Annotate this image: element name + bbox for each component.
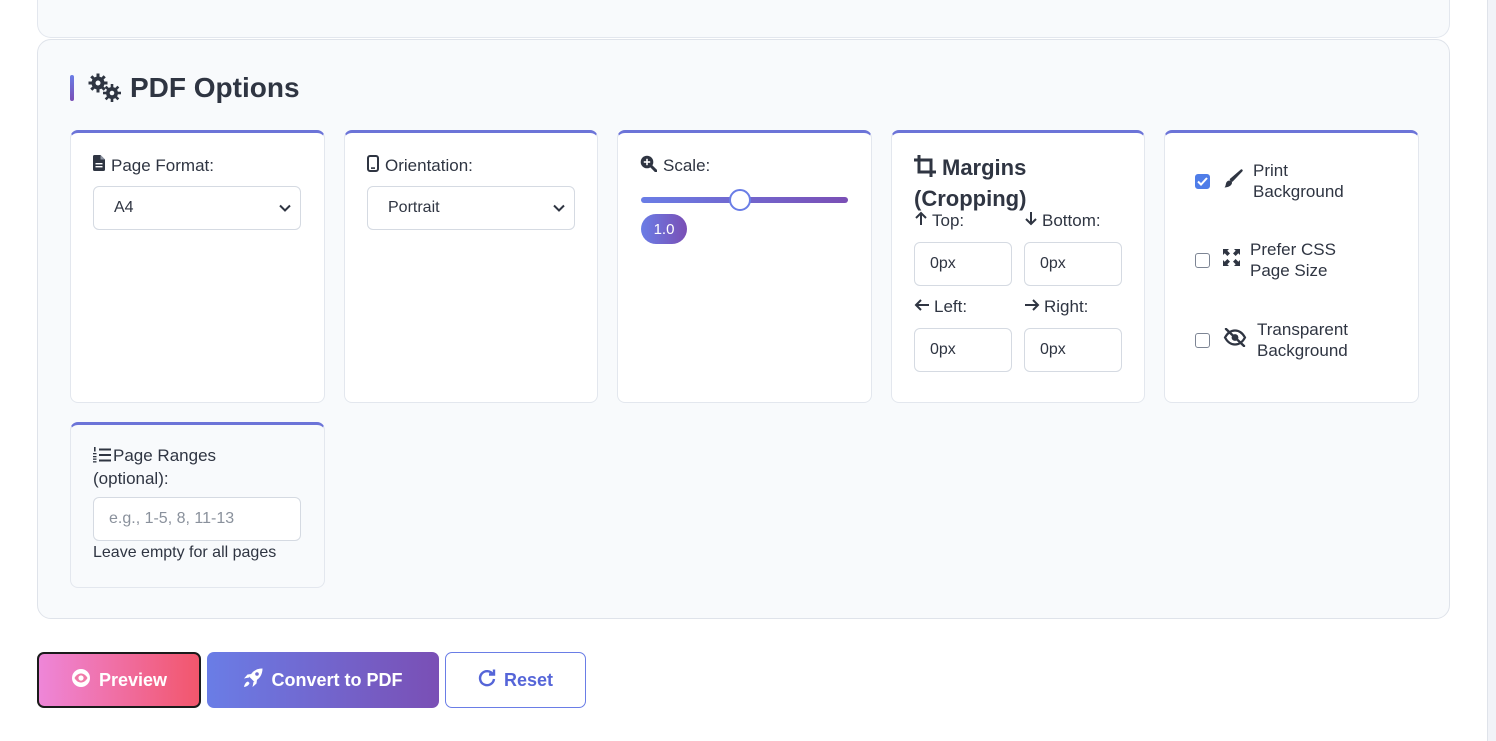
print-background-label: Print Background xyxy=(1253,160,1344,202)
prefer-css-option[interactable]: Prefer CSS Page Size xyxy=(1195,239,1336,281)
reset-button[interactable]: Reset xyxy=(445,652,586,708)
print-background-option[interactable]: Print Background xyxy=(1195,160,1344,202)
ordered-list-icon xyxy=(93,447,111,468)
right-label: Right: xyxy=(1044,297,1089,316)
orientation-label: Orientation: xyxy=(385,156,473,175)
pdf-options-panel: PDF Options Page Format: A4 Orientation:… xyxy=(37,39,1450,619)
rocket-icon xyxy=(243,668,263,693)
margin-top-input[interactable]: 0px xyxy=(914,242,1012,286)
scale-card: Scale: 1.0 xyxy=(617,130,872,403)
orientation-select[interactable]: Portrait xyxy=(367,186,575,230)
bottom-label-row: Bottom: xyxy=(1024,211,1101,231)
margin-bottom-input[interactable]: 0px xyxy=(1024,242,1122,286)
page-format-select[interactable]: A4 xyxy=(93,186,301,230)
eye-slash-icon xyxy=(1223,327,1247,352)
arrow-up-icon xyxy=(914,211,928,231)
arrow-left-icon xyxy=(914,297,930,317)
margin-right-input[interactable]: 0px xyxy=(1024,328,1122,372)
scale-label: Scale: xyxy=(663,156,711,175)
convert-to-pdf-button[interactable]: Convert to PDF xyxy=(207,652,439,708)
orientation-label-row: Orientation: xyxy=(367,155,473,177)
prefer-css-line1: Prefer CSS xyxy=(1250,240,1336,259)
gears-icon xyxy=(88,73,122,103)
preview-button[interactable]: Preview xyxy=(37,652,201,708)
orientation-value: Portrait xyxy=(388,199,440,216)
transparent-line1: Transparent xyxy=(1257,320,1349,339)
arrow-down-icon xyxy=(1024,211,1038,231)
scale-label-row: Scale: xyxy=(640,155,710,177)
chevron-down-icon xyxy=(552,201,566,220)
top-label-row: Top: xyxy=(914,211,964,231)
crop-icon xyxy=(914,155,936,184)
mobile-icon xyxy=(367,155,379,177)
eye-icon xyxy=(71,668,91,693)
title-accent-bar xyxy=(70,75,74,101)
scale-slider-thumb[interactable] xyxy=(729,189,751,211)
convert-label: Convert to PDF xyxy=(271,669,403,690)
prefer-css-checkbox[interactable] xyxy=(1195,252,1210,268)
page-ranges-line2: (optional): xyxy=(93,469,169,488)
redo-icon xyxy=(478,669,496,692)
orientation-card: Orientation: Portrait xyxy=(344,130,598,403)
page-ranges-card: Page Ranges (optional): e.g., 1-5, 8, 11… xyxy=(70,422,325,588)
page-format-value: A4 xyxy=(114,199,134,216)
page-ranges-line1: Page Ranges xyxy=(113,446,217,465)
scale-value-badge: 1.0 xyxy=(641,214,687,244)
page-ranges-label-row: Page Ranges (optional): xyxy=(93,445,216,489)
section-title: PDF Options xyxy=(130,72,300,103)
paintbrush-icon xyxy=(1223,168,1243,194)
transparent-background-label: Transparent Background xyxy=(1257,319,1348,361)
render-options-card: Print Background Prefer CSS Page Size Tr… xyxy=(1164,130,1419,403)
print-background-checkbox[interactable] xyxy=(1195,173,1210,189)
prefer-css-line2: Page Size xyxy=(1250,261,1328,280)
transparent-background-option[interactable]: Transparent Background xyxy=(1195,319,1348,361)
page-ranges-input[interactable]: e.g., 1-5, 8, 11-13 xyxy=(93,497,301,541)
right-label-row: Right: xyxy=(1024,297,1088,317)
section-header: PDF Options xyxy=(70,72,300,103)
bottom-label: Bottom: xyxy=(1042,211,1101,230)
chevron-down-icon xyxy=(278,201,292,220)
preview-label: Preview xyxy=(98,669,168,690)
page-format-label: Page Format: xyxy=(111,155,214,175)
file-icon xyxy=(93,155,105,176)
previous-section-card xyxy=(37,0,1450,38)
left-label-row: Left: xyxy=(914,297,967,317)
page-format-card: Page Format: A4 xyxy=(70,130,325,403)
arrow-right-icon xyxy=(1024,297,1040,317)
margin-left-input[interactable]: 0px xyxy=(914,328,1012,372)
page-ranges-hint: Leave empty for all pages xyxy=(93,544,277,561)
zoom-in-icon xyxy=(640,155,658,177)
transparent-line2: Background xyxy=(1257,341,1348,360)
top-label: Top: xyxy=(932,211,965,230)
reset-label: Reset xyxy=(503,669,554,690)
print-background-line2: Background xyxy=(1253,182,1344,201)
margins-card: Margins (Cropping) Top: Bottom: 0px 0px … xyxy=(891,130,1145,403)
transparent-background-checkbox[interactable] xyxy=(1195,332,1210,348)
prefer-css-label: Prefer CSS Page Size xyxy=(1250,239,1336,281)
print-background-line1: Print xyxy=(1253,161,1288,180)
expand-arrows-icon xyxy=(1223,249,1240,271)
page-format-label-row: Page Format: xyxy=(93,155,214,176)
left-label: Left: xyxy=(934,297,968,316)
margins-title-row: Margins (Cropping) xyxy=(914,153,1134,213)
